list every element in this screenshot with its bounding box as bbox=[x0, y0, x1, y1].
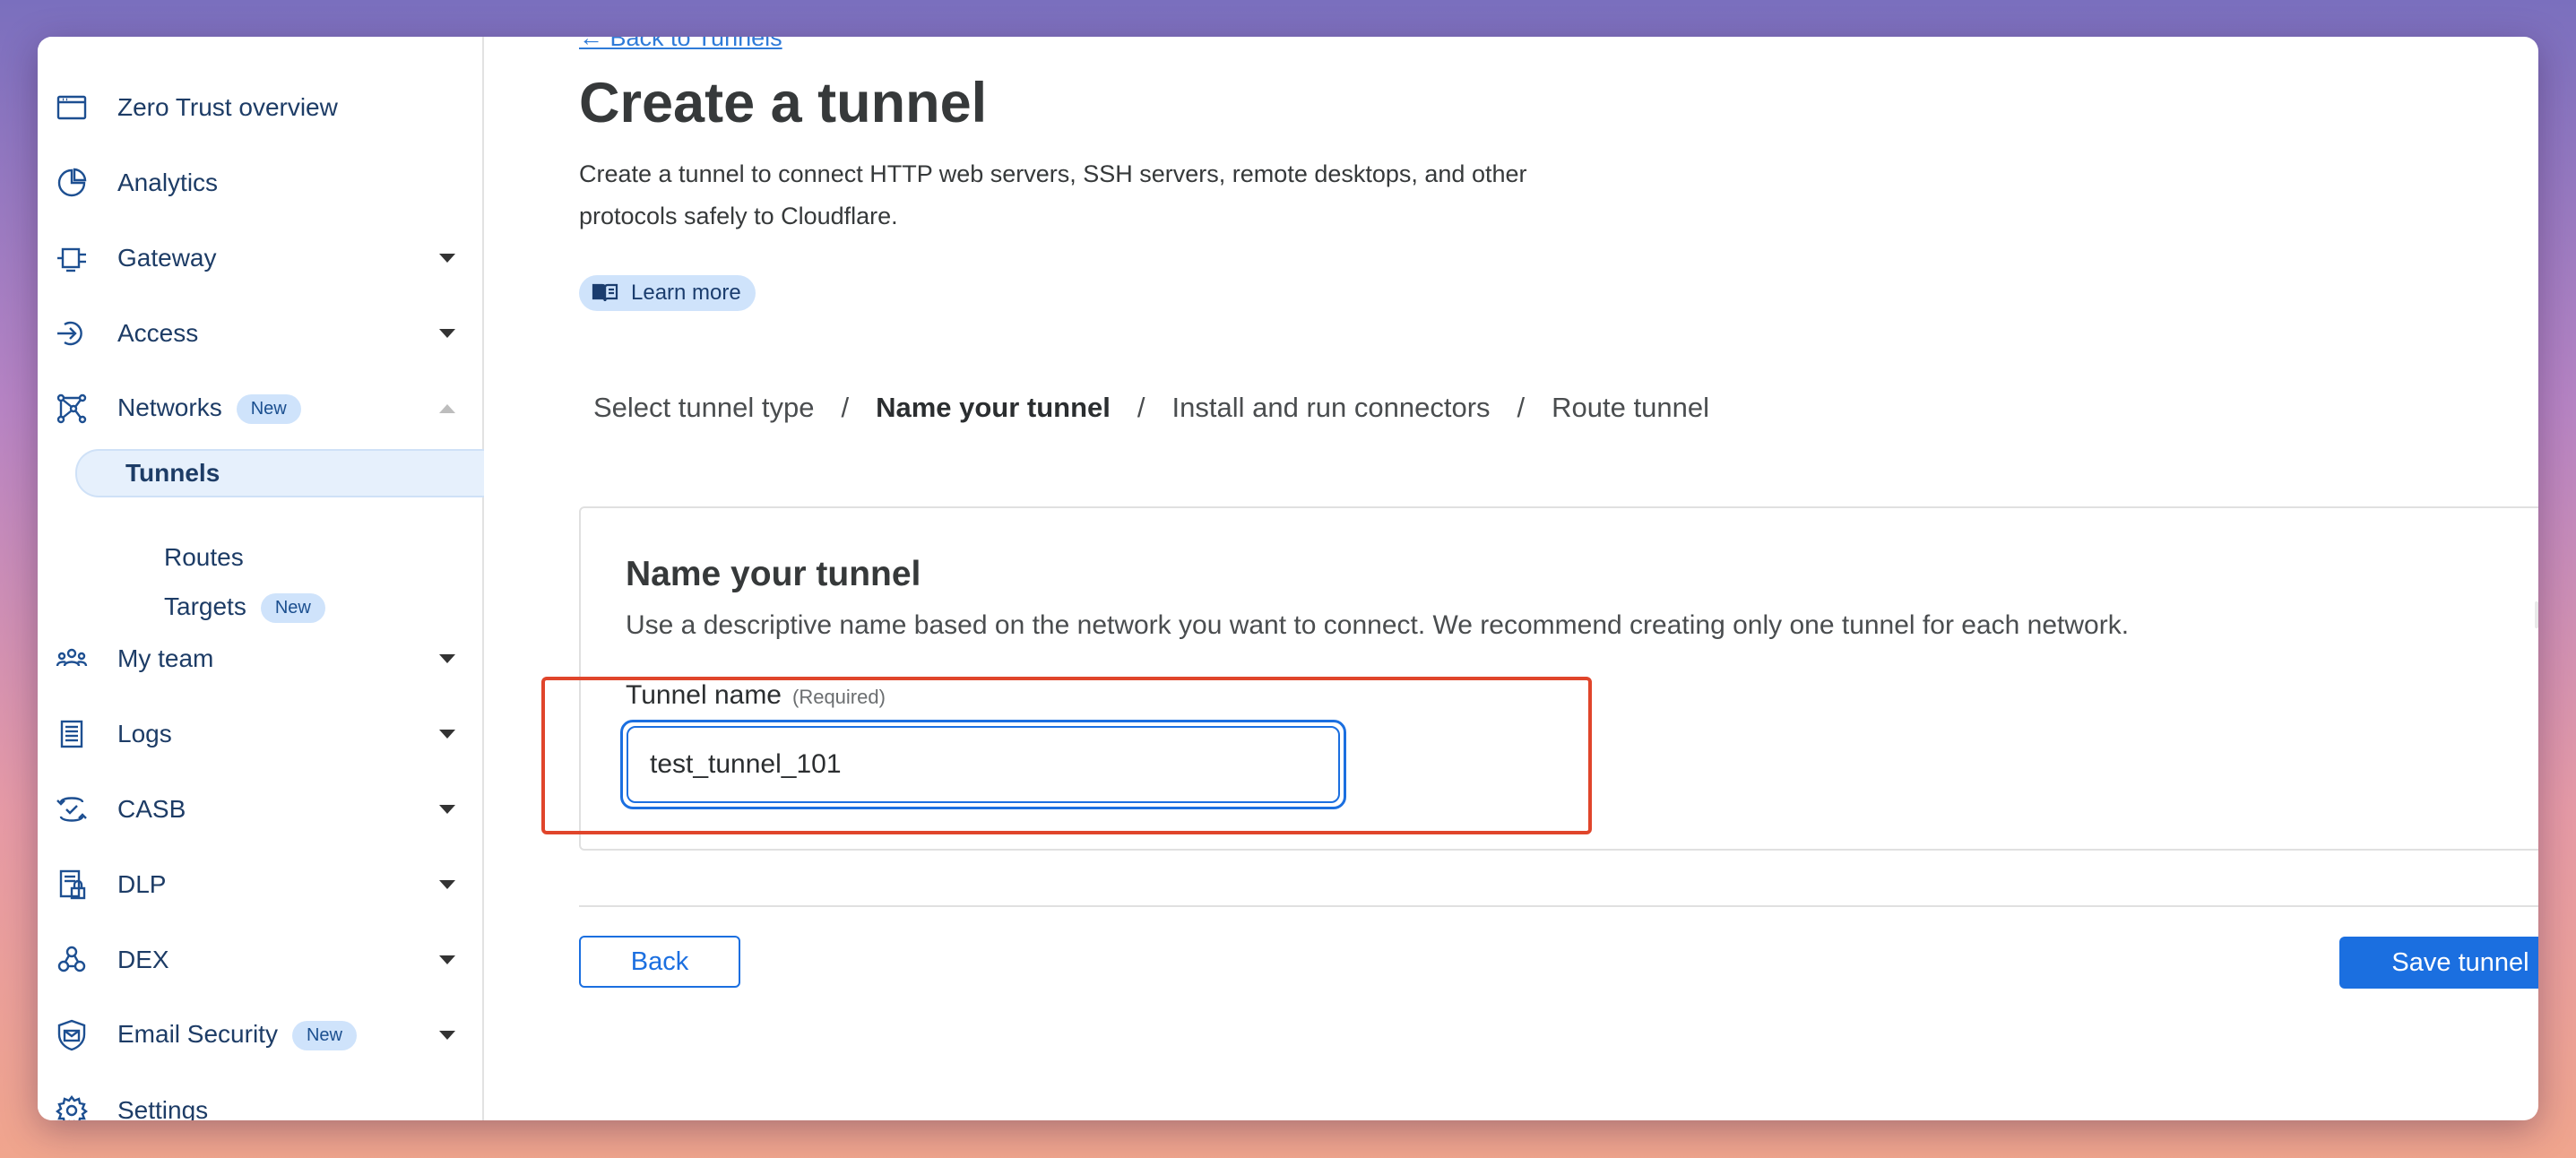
sidebar-subitem-label: Targets New bbox=[164, 592, 325, 624]
page-description: Create a tunnel to connect HTTP web serv… bbox=[579, 153, 1655, 238]
sidebar-item-label: Zero Trust overview bbox=[117, 93, 338, 121]
sidebar-item-settings[interactable]: Settings bbox=[38, 1084, 482, 1120]
sidebar-item-casb[interactable]: CASB bbox=[38, 782, 482, 836]
required-hint: (Required) bbox=[792, 686, 886, 708]
chevron-down-icon[interactable] bbox=[439, 254, 455, 263]
sidebar-subitem-targets[interactable]: Targets New bbox=[75, 585, 482, 630]
sidebar-item-dex[interactable]: DEX bbox=[38, 933, 482, 987]
sidebar-item-networks[interactable]: Networks New bbox=[38, 382, 482, 436]
sidebar-subitem-routes[interactable]: Routes bbox=[75, 535, 482, 580]
sidebar-item-gateway[interactable]: Gateway bbox=[38, 231, 482, 285]
sidebar-item-label: DEX bbox=[117, 946, 169, 973]
page-title: Create a tunnel bbox=[579, 72, 988, 134]
networks-icon bbox=[54, 391, 90, 427]
divider bbox=[579, 905, 2538, 907]
step-separator: / bbox=[1517, 392, 1526, 423]
sidebar-item-label: Logs bbox=[117, 720, 172, 748]
scrollbar-hint[interactable] bbox=[2535, 601, 2538, 628]
save-tunnel-button[interactable]: Save tunnel bbox=[2339, 937, 2538, 989]
team-icon bbox=[54, 641, 90, 677]
step-separator: / bbox=[1137, 392, 1145, 423]
main-content: ← Back to Tunnels Create a tunnel Create… bbox=[484, 37, 2538, 1120]
sidebar-item-dlp[interactable]: DLP bbox=[38, 858, 482, 912]
targets-label: Targets bbox=[164, 592, 246, 620]
sidebar-item-my-team[interactable]: My team bbox=[38, 632, 482, 686]
sidebar-item-label: Access bbox=[117, 319, 199, 347]
email-security-label: Email Security bbox=[117, 1019, 278, 1048]
sidebar-item-label: Settings bbox=[117, 1096, 209, 1120]
sidebar-subitem-label: Tunnels bbox=[125, 459, 220, 487]
chevron-down-icon[interactable] bbox=[439, 329, 455, 338]
page-description-line: protocols safely to Cloudflare. bbox=[579, 203, 898, 229]
sidebar-subitem-label: Routes bbox=[164, 543, 244, 571]
learn-more-button[interactable]: Learn more bbox=[579, 275, 756, 311]
tunnel-name-focus-ring bbox=[620, 720, 1346, 809]
sidebar-subitem-tunnels[interactable]: Tunnels bbox=[75, 449, 484, 497]
dex-icon bbox=[54, 942, 90, 978]
logs-icon bbox=[54, 716, 90, 752]
chevron-down-icon[interactable] bbox=[439, 805, 455, 814]
sidebar-item-label: Email Security New bbox=[117, 1019, 357, 1051]
new-badge: New bbox=[260, 593, 325, 624]
gear-icon bbox=[54, 1093, 90, 1120]
dlp-icon bbox=[54, 867, 90, 903]
step-select-tunnel-type[interactable]: Select tunnel type bbox=[593, 392, 814, 424]
pie-chart-icon bbox=[54, 165, 90, 201]
gateway-icon bbox=[54, 240, 90, 276]
new-badge: New bbox=[236, 394, 301, 425]
field-label-text: Tunnel name bbox=[626, 680, 782, 710]
sidebar-item-zero-trust-overview[interactable]: Zero Trust overview bbox=[38, 81, 482, 134]
sidebar-item-email-security[interactable]: Email Security New bbox=[38, 1008, 482, 1062]
tunnel-name-input[interactable] bbox=[627, 726, 1340, 803]
window-icon bbox=[54, 90, 90, 125]
sidebar-item-access[interactable]: Access bbox=[38, 307, 482, 360]
tunnel-name-label: Tunnel name (Required) bbox=[626, 680, 886, 711]
sidebar-item-label: Networks New bbox=[117, 393, 301, 425]
sidebar-item-label: Gateway bbox=[117, 244, 217, 272]
sidebar: Zero Trust overview Analytics Gateway Ac… bbox=[38, 37, 484, 1120]
chevron-down-icon[interactable] bbox=[439, 1031, 455, 1040]
sidebar-item-analytics[interactable]: Analytics bbox=[38, 156, 482, 210]
card-title: Name your tunnel bbox=[626, 555, 921, 593]
sidebar-item-label: CASB bbox=[117, 795, 186, 823]
access-icon bbox=[54, 315, 90, 351]
step-install-run-connectors: Install and run connectors bbox=[1171, 392, 1491, 423]
sidebar-item-label: Analytics bbox=[117, 169, 219, 196]
name-tunnel-card: Name your tunnel Use a descriptive name … bbox=[579, 506, 2538, 851]
chevron-down-icon[interactable] bbox=[439, 730, 455, 739]
app-window: Zero Trust overview Analytics Gateway Ac… bbox=[38, 37, 2538, 1120]
sidebar-item-logs[interactable]: Logs bbox=[38, 707, 482, 761]
chevron-down-icon[interactable] bbox=[439, 654, 455, 663]
sidebar-item-label: My team bbox=[117, 644, 214, 672]
casb-icon bbox=[54, 791, 90, 827]
step-name-your-tunnel: Name your tunnel bbox=[876, 392, 1111, 423]
step-separator: / bbox=[841, 392, 850, 423]
sidebar-item-label: DLP bbox=[117, 870, 167, 898]
page-description-line: Create a tunnel to connect HTTP web serv… bbox=[579, 160, 1527, 187]
card-description: Use a descriptive name based on the netw… bbox=[626, 610, 2130, 640]
back-button[interactable]: Back bbox=[579, 936, 740, 988]
new-badge: New bbox=[291, 1021, 357, 1051]
back-to-tunnels-link[interactable]: ← Back to Tunnels bbox=[579, 37, 782, 52]
email-security-icon bbox=[54, 1017, 90, 1053]
chevron-down-icon[interactable] bbox=[439, 955, 455, 964]
step-breadcrumb: Select tunnel type / Name your tunnel / … bbox=[593, 392, 1709, 424]
step-route-tunnel: Route tunnel bbox=[1552, 392, 1709, 423]
chevron-up-icon[interactable] bbox=[439, 404, 455, 413]
learn-more-label: Learn more bbox=[631, 281, 741, 305]
networks-label: Networks bbox=[117, 393, 222, 421]
chevron-down-icon[interactable] bbox=[439, 880, 455, 889]
book-icon bbox=[592, 283, 618, 302]
